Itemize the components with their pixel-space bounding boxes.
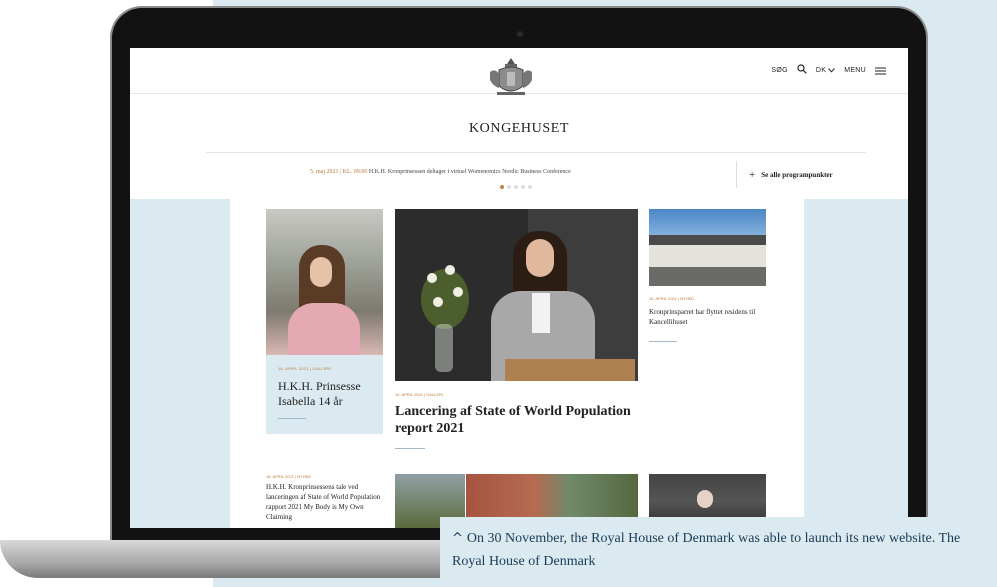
blue-band-right <box>804 199 908 528</box>
language-label: DK <box>815 67 827 74</box>
residence-title[interactable]: Kronprinsparret har flyttet residens til… <box>649 307 759 327</box>
carousel-dot[interactable] <box>528 185 532 189</box>
caption-text: On 30 November, the Royal House of Denma… <box>452 531 961 569</box>
ticker[interactable]: 5. maj 2021 | KL. 09:00 H.K.H. Kronprins… <box>310 169 571 175</box>
crest-icon[interactable] <box>487 56 535 98</box>
camera-dot <box>517 31 523 37</box>
divider <box>206 152 866 153</box>
speech-title[interactable]: H.K.H. Kronprinsessens tale ved lancerin… <box>266 482 384 522</box>
princess-photo <box>266 209 383 355</box>
card-meta: 18. APRIL 2021 | GALLERI <box>278 366 331 371</box>
feature-title[interactable]: Lancering af State of World Population r… <box>395 403 635 437</box>
residence-meta: 15. APRIL 2021 | NYHED <box>649 296 695 301</box>
carousel-dot[interactable] <box>507 185 511 189</box>
menu-label[interactable]: MENU <box>844 67 866 74</box>
ticker-text: H.K.H. Kronprinsessen deltager i virtuel… <box>368 169 571 175</box>
news-card-isabella[interactable]: 18. APRIL 2021 | GALLERI H.K.H. Prinsess… <box>266 209 383 434</box>
caption-box: ^ On 30 November, the Royal House of Denm… <box>440 517 997 587</box>
card-rule <box>278 418 306 419</box>
residence-photo[interactable] <box>649 209 766 286</box>
all-events-link[interactable]: + Se alle programpunkter <box>736 161 833 188</box>
site-brand[interactable]: KONGEHUSET <box>130 121 908 137</box>
chevron-down-icon <box>828 68 836 73</box>
ticker-date: 5. maj 2021 | KL. 09:00 <box>310 169 368 175</box>
all-events-label: Se alle programpunkter <box>761 170 833 179</box>
speech-meta: 18. APRIL 2021 | NYHED <box>266 474 312 479</box>
caret-up-icon[interactable]: ^ <box>452 527 463 550</box>
website-screen: SØG DK MENU KONGEHUSET 5. maj 2021 | KL.… <box>130 48 908 528</box>
carousel-dot[interactable] <box>521 185 525 189</box>
feature-photo[interactable] <box>395 209 638 381</box>
carousel-dot[interactable] <box>514 185 518 189</box>
search-label[interactable]: SØG <box>771 67 787 74</box>
feature-rule <box>395 448 425 449</box>
card-title: H.K.H. Prinsesse Isabella 14 år <box>278 379 361 408</box>
language-selector[interactable]: DK <box>815 67 836 74</box>
carousel-dots <box>500 185 532 189</box>
residence-rule <box>649 341 677 342</box>
search-icon[interactable] <box>797 64 807 77</box>
hamburger-icon[interactable] <box>875 67 886 75</box>
utility-nav: SØG DK MENU <box>771 64 886 77</box>
feature-meta: 15. APRIL 2021 | GALLERI <box>395 392 444 397</box>
plus-icon: + <box>749 168 756 181</box>
carousel-dot[interactable] <box>500 185 504 189</box>
blue-band-left <box>130 199 230 528</box>
